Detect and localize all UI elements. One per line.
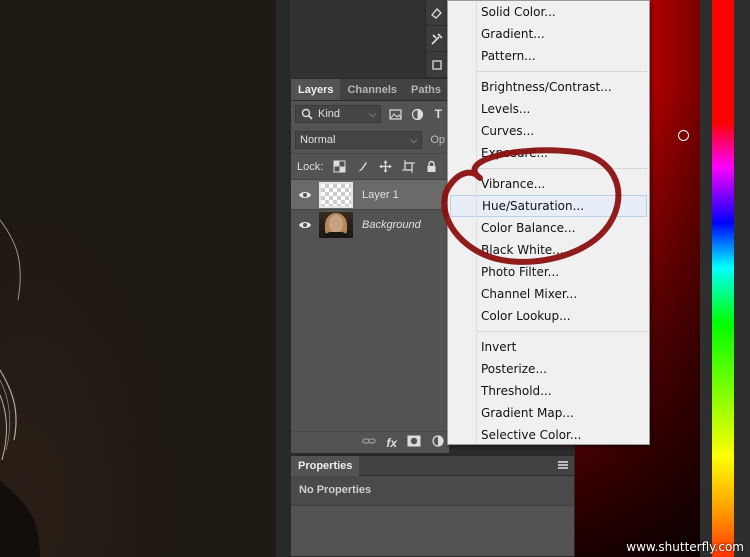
tools-icon bbox=[431, 32, 443, 45]
blend-mode-value: Normal bbox=[300, 134, 336, 146]
layer-row-background[interactable]: Background bbox=[291, 209, 449, 239]
menu-item[interactable]: Invert bbox=[448, 336, 649, 358]
search-icon bbox=[300, 107, 314, 121]
properties-tabs: Properties bbox=[291, 456, 574, 476]
tool-eraser[interactable] bbox=[426, 0, 448, 26]
layers-panel-tabs: Layers Channels Paths bbox=[291, 79, 449, 101]
menu-item[interactable]: Selective Color... bbox=[448, 424, 649, 446]
adjustment-filter-icon[interactable] bbox=[410, 107, 423, 121]
document-canvas[interactable] bbox=[0, 0, 276, 557]
menu-separator bbox=[476, 71, 647, 72]
menu-item[interactable]: Levels... bbox=[448, 98, 649, 120]
menu-separator bbox=[476, 331, 647, 332]
type-filter-icon[interactable]: T bbox=[432, 107, 445, 121]
lock-all-icon[interactable] bbox=[424, 160, 438, 174]
lock-row: Lock: bbox=[291, 153, 449, 179]
color-picker-handle[interactable] bbox=[678, 130, 689, 141]
properties-panel: Properties No Properties bbox=[290, 455, 575, 557]
filter-row: Kind ⌵ T bbox=[291, 101, 449, 127]
picker-separator bbox=[700, 0, 712, 557]
menu-item[interactable]: Photo Filter... bbox=[448, 261, 649, 283]
tool-stamp[interactable] bbox=[426, 52, 448, 78]
eye-icon[interactable] bbox=[291, 220, 319, 230]
stamp-icon bbox=[432, 59, 442, 70]
menu-item[interactable]: Brightness/Contrast... bbox=[448, 76, 649, 98]
layers-panel: Layers Channels Paths Kind ⌵ T Normal ⌵ … bbox=[290, 78, 450, 454]
filter-kind-label: Kind bbox=[318, 108, 341, 120]
menu-item[interactable]: Gradient Map... bbox=[448, 402, 649, 424]
blend-mode-select[interactable]: Normal ⌵ bbox=[295, 131, 423, 149]
layer-thumbnail-photo bbox=[319, 211, 353, 238]
adjustment-layer-menu: Solid Color... Gradient... Pattern... Brigh… bbox=[447, 0, 650, 445]
chevron-down-icon: ⌵ bbox=[369, 109, 377, 119]
menu-item[interactable]: Solid Color... bbox=[448, 1, 649, 23]
layer-name: Background bbox=[362, 218, 421, 231]
chevron-down-icon: ⌵ bbox=[410, 135, 418, 145]
layer-name: Layer 1 bbox=[362, 188, 399, 201]
menu-item[interactable]: Color Lookup... bbox=[448, 305, 649, 327]
mask-icon[interactable] bbox=[407, 435, 421, 450]
layers-panel-footer: fx bbox=[291, 431, 449, 453]
photo-hair-detail bbox=[0, 180, 40, 557]
menu-item[interactable]: Gradient... bbox=[448, 23, 649, 45]
menu-item[interactable]: Threshold... bbox=[448, 380, 649, 402]
properties-message: No Properties bbox=[291, 476, 574, 506]
lock-artboard-icon[interactable] bbox=[401, 160, 415, 174]
picker-edge bbox=[734, 0, 750, 557]
lock-move-icon[interactable] bbox=[378, 160, 392, 174]
tab-properties[interactable]: Properties bbox=[291, 456, 360, 476]
blend-row: Normal ⌵ Op bbox=[291, 127, 449, 153]
fx-icon[interactable]: fx bbox=[386, 436, 397, 450]
menu-item[interactable]: Black White... bbox=[448, 239, 649, 261]
panel-menu-icon[interactable] bbox=[558, 461, 568, 469]
watermark: www.shutterfly.com bbox=[626, 540, 744, 554]
tool-brush[interactable] bbox=[426, 26, 448, 52]
tab-channels[interactable]: Channels bbox=[340, 79, 404, 100]
filter-kind-select[interactable]: Kind ⌵ bbox=[295, 105, 382, 123]
lock-brush-icon[interactable] bbox=[355, 160, 369, 174]
menu-item[interactable]: Curves... bbox=[448, 120, 649, 142]
menu-separator bbox=[476, 168, 647, 169]
layer-thumbnail-transparent bbox=[319, 181, 353, 208]
image-filter-icon[interactable] bbox=[389, 107, 402, 121]
eye-icon[interactable] bbox=[291, 190, 319, 200]
menu-item[interactable]: Hue/Saturation... bbox=[450, 195, 647, 217]
tab-paths[interactable]: Paths bbox=[404, 79, 448, 100]
menu-item[interactable]: Channel Mixer... bbox=[448, 283, 649, 305]
menu-item[interactable]: Vibrance... bbox=[448, 173, 649, 195]
tab-layers[interactable]: Layers bbox=[291, 79, 341, 100]
eraser-icon bbox=[431, 7, 442, 19]
hue-slider[interactable] bbox=[712, 0, 734, 557]
link-icon[interactable] bbox=[362, 435, 376, 450]
lock-label: Lock: bbox=[297, 160, 324, 173]
lock-transparent-icon[interactable] bbox=[332, 160, 346, 174]
adjustment-icon[interactable] bbox=[431, 435, 445, 450]
opacity-label: Op bbox=[430, 134, 445, 146]
layer-row-layer-1[interactable]: Layer 1 bbox=[291, 179, 449, 209]
menu-item[interactable]: Color Balance... bbox=[448, 217, 649, 239]
workspace-gutter bbox=[276, 0, 290, 557]
menu-gutter bbox=[476, 1, 477, 444]
menu-item[interactable]: Posterize... bbox=[448, 358, 649, 380]
tools-strip bbox=[425, 0, 448, 80]
menu-item[interactable]: Exposure... bbox=[448, 142, 649, 164]
menu-item[interactable]: Pattern... bbox=[448, 45, 649, 67]
